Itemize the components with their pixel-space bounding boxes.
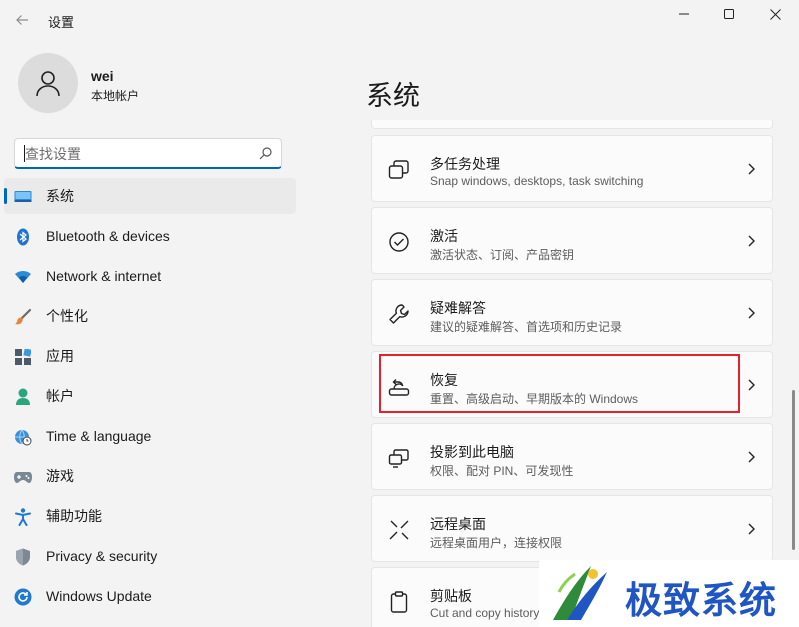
minimize-icon	[679, 13, 689, 15]
nav-item-personalization[interactable]: 个性化	[4, 298, 296, 334]
nav-label: 应用	[46, 348, 74, 364]
user-name: wei	[91, 68, 114, 84]
card-title: 剪贴板	[430, 588, 472, 604]
card-title: 多任务处理	[430, 156, 500, 172]
nav-item-apps[interactable]: 应用	[4, 338, 296, 374]
watermark: 极致系统	[539, 560, 799, 627]
nav-item-windows-update[interactable]: Windows Update	[4, 578, 296, 614]
nav-label: 帐户	[46, 388, 74, 404]
page-title: 系统	[366, 81, 420, 111]
card-title: 远程桌面	[430, 516, 486, 532]
search-input[interactable]	[25, 144, 255, 164]
nav-item-time-language[interactable]: Time & language	[4, 418, 296, 454]
brush-icon	[14, 308, 32, 326]
nav-item-accounts[interactable]: 帐户	[4, 378, 296, 414]
card-activation[interactable]: 激活 激活状态、订阅、产品密钥	[371, 207, 773, 274]
card-project-to-pc[interactable]: 投影到此电脑 权限、配对 PIN、可发现性	[371, 423, 773, 490]
user-silhouette-icon	[36, 71, 60, 97]
nav-item-bluetooth[interactable]: Bluetooth & devices	[4, 218, 296, 254]
card-subtitle: 远程桌面用户，连接权限	[430, 536, 563, 550]
nav-item-gaming[interactable]: 游戏	[4, 458, 296, 494]
app-title: 设置	[48, 15, 75, 30]
account-type: 本地帐户	[91, 89, 140, 103]
card-subtitle: 权限、配对 PIN、可发现性	[430, 464, 574, 478]
close-button[interactable]	[752, 0, 798, 28]
sidebar-nav: 系统 Bluetooth & devices Network & interne…	[4, 178, 296, 618]
chevron-right-icon	[748, 163, 755, 175]
account-icon	[14, 388, 32, 406]
nav-label: 辅助功能	[46, 508, 102, 524]
card-multitasking[interactable]: 多任务处理 Snap windows, desktops, task switc…	[371, 135, 773, 202]
accessibility-icon	[14, 508, 32, 526]
chevron-right-icon	[748, 379, 755, 391]
watermark-text: 极致系统	[625, 579, 777, 622]
nav-label: Bluetooth & devices	[46, 228, 170, 244]
gamepad-icon	[14, 468, 32, 486]
nav-label: Network & internet	[46, 268, 162, 284]
back-arrow-icon	[16, 15, 28, 25]
chevron-right-icon	[748, 451, 755, 463]
back-button[interactable]	[10, 8, 34, 32]
chevron-right-icon	[748, 307, 755, 319]
nav-item-system[interactable]: 系统	[4, 178, 296, 214]
nav-label: 系统	[46, 188, 74, 204]
nav-item-accessibility[interactable]: 辅助功能	[4, 498, 296, 534]
card-title: 疑难解答	[430, 300, 486, 316]
minimize-button[interactable]	[661, 0, 707, 28]
clipboard-icon	[388, 591, 410, 613]
watermark-logo	[553, 566, 607, 620]
wifi-icon	[14, 268, 32, 286]
system-display-icon	[14, 188, 32, 206]
card-subtitle: 建议的疑难解答、首选项和历史记录	[430, 320, 623, 334]
scrollbar[interactable]	[792, 390, 795, 550]
chevron-right-icon	[748, 523, 755, 535]
nav-label: Windows Update	[46, 588, 152, 604]
nav-label: 个性化	[46, 308, 88, 324]
card-title: 激活	[430, 228, 458, 244]
multitasking-icon	[388, 159, 410, 181]
search-box[interactable]	[14, 138, 282, 169]
globe-clock-icon	[14, 428, 32, 446]
maximize-button[interactable]	[706, 0, 752, 28]
title-bar: 设置	[0, 0, 799, 40]
card-troubleshoot[interactable]: 疑难解答 建议的疑难解答、首选项和历史记录	[371, 279, 773, 346]
nav-label: Time & language	[46, 428, 152, 444]
nav-item-network[interactable]: Network & internet	[4, 258, 296, 294]
windows-update-icon	[14, 588, 32, 606]
activation-check-icon	[388, 231, 410, 253]
card-title: 投影到此电脑	[430, 444, 514, 460]
project-screen-icon	[388, 447, 410, 469]
highlight-annotation	[379, 354, 740, 413]
nav-label: 游戏	[46, 468, 74, 484]
maximize-icon	[724, 9, 734, 19]
card-subtitle: 激活状态、订阅、产品密钥	[430, 248, 575, 262]
wrench-icon	[388, 303, 410, 325]
card-subtitle: Snap windows, desktops, task switching	[430, 174, 644, 188]
card-partial	[371, 120, 773, 129]
apps-icon	[14, 348, 32, 366]
nav-label: Privacy & security	[46, 548, 158, 564]
card-remote-desktop[interactable]: 远程桌面 远程桌面用户，连接权限	[371, 495, 773, 562]
shield-icon	[14, 548, 32, 566]
remote-desktop-icon	[388, 519, 410, 541]
search-icon[interactable]	[259, 146, 273, 160]
close-icon	[769, 8, 781, 20]
avatar[interactable]	[18, 53, 78, 113]
chevron-right-icon	[748, 235, 755, 247]
bluetooth-icon	[14, 228, 32, 246]
card-subtitle: Cut and copy history	[430, 606, 540, 620]
nav-item-privacy[interactable]: Privacy & security	[4, 538, 296, 574]
